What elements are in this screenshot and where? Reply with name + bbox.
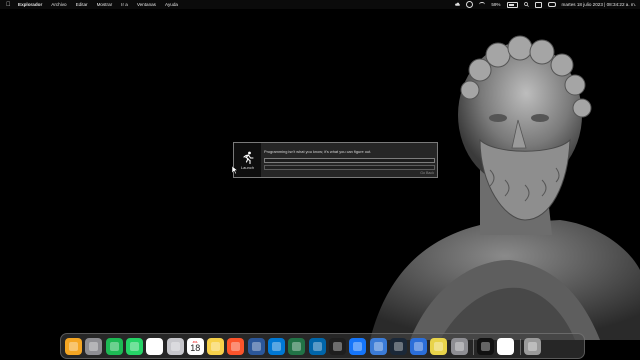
disk-utility-icon[interactable] bbox=[450, 338, 468, 355]
trash-icon[interactable] bbox=[523, 338, 541, 355]
intellij-icon[interactable] bbox=[328, 338, 346, 355]
settings-icon[interactable] bbox=[166, 338, 184, 355]
trash-icon-glyph bbox=[527, 342, 537, 351]
java-icon-glyph bbox=[501, 342, 511, 351]
downloader-icon[interactable] bbox=[410, 338, 428, 355]
menu-ventanas[interactable]: Ventanas bbox=[137, 2, 156, 7]
menu-editar[interactable]: Editar bbox=[76, 2, 88, 7]
status-circle-icon[interactable] bbox=[466, 1, 474, 8]
spotify-icon[interactable] bbox=[105, 338, 123, 355]
battery-icon[interactable] bbox=[506, 1, 518, 8]
xcode-icon-glyph bbox=[353, 342, 363, 351]
clock[interactable]: martes 18 julio 2023 | 08:34:22 a. m. bbox=[562, 2, 636, 7]
home-app-icon[interactable] bbox=[65, 338, 82, 355]
marcus-aurelius-statue-wallpaper bbox=[370, 35, 640, 340]
launchpad-icon-glyph bbox=[89, 342, 99, 351]
launch-sidebar: Launch bbox=[234, 143, 261, 177]
vscode-icon[interactable] bbox=[308, 338, 326, 355]
dock-separator bbox=[519, 339, 521, 355]
intellij-icon-glyph bbox=[332, 342, 342, 351]
cloud-icon[interactable] bbox=[455, 2, 461, 7]
menu-mostrar[interactable]: Mostrar bbox=[97, 2, 113, 7]
settings-icon-glyph bbox=[170, 342, 180, 351]
outlook-icon[interactable] bbox=[268, 338, 285, 355]
wifi-icon[interactable] bbox=[479, 2, 486, 7]
calendar-day: 18 bbox=[190, 343, 201, 353]
xcode-icon[interactable] bbox=[349, 338, 367, 355]
mouse-cursor-icon bbox=[232, 166, 238, 174]
steam-icon[interactable] bbox=[389, 338, 407, 355]
launch-app-icon-glyph bbox=[481, 342, 490, 351]
search-icon[interactable] bbox=[523, 2, 529, 7]
outlook-icon-glyph bbox=[272, 342, 281, 351]
runner-icon bbox=[242, 151, 254, 164]
home-app-icon-glyph bbox=[69, 342, 78, 351]
disk-utility-icon-glyph bbox=[454, 342, 464, 351]
battery-percent: 59% bbox=[491, 2, 501, 7]
notion-icon[interactable] bbox=[146, 338, 164, 355]
launchpad-icon[interactable] bbox=[85, 338, 103, 355]
notes-icon-glyph bbox=[211, 342, 221, 351]
word-icon[interactable] bbox=[247, 338, 265, 355]
launch-label: Launch bbox=[240, 164, 255, 170]
vscode-icon-glyph bbox=[312, 342, 322, 351]
steam-icon-glyph bbox=[393, 342, 403, 351]
jvisualvm-icon[interactable] bbox=[430, 338, 448, 355]
launch-app-icon[interactable] bbox=[477, 338, 494, 355]
secondary-field[interactable] bbox=[264, 165, 435, 170]
whatsapp-icon[interactable] bbox=[125, 338, 143, 355]
display-icon[interactable] bbox=[534, 1, 542, 8]
brave-icon[interactable] bbox=[227, 338, 245, 355]
control-center-icon[interactable] bbox=[547, 2, 556, 7]
calendar-icon[interactable]: JUL 18 bbox=[186, 338, 204, 355]
downloader-icon-glyph bbox=[414, 342, 424, 351]
notes-icon[interactable] bbox=[207, 338, 225, 355]
word2-icon-glyph bbox=[373, 342, 383, 351]
notion-icon-glyph bbox=[150, 342, 160, 351]
word-icon-glyph bbox=[251, 342, 261, 351]
go-back-button[interactable]: Go Back bbox=[420, 171, 434, 175]
jvisualvm-icon-glyph bbox=[434, 342, 444, 351]
progress-bar bbox=[264, 158, 435, 163]
menu-ayuda[interactable]: Ayuda bbox=[165, 2, 178, 7]
word2-icon[interactable] bbox=[369, 338, 387, 355]
brave-icon-glyph bbox=[231, 342, 241, 351]
dialog-message: Programming isn't what you know; it's wh… bbox=[264, 149, 372, 154]
spotify-icon-glyph bbox=[109, 342, 119, 351]
dock-separator bbox=[473, 339, 474, 355]
menu-ir-a[interactable]: Ir a bbox=[121, 2, 128, 7]
launch-dialog: Launch Programming isn't what you know; … bbox=[233, 142, 438, 178]
whatsapp-icon-glyph bbox=[129, 342, 139, 351]
menu-archivo[interactable]: Archivo bbox=[51, 2, 66, 7]
dock: JUL 18 bbox=[60, 333, 585, 359]
menu-app-name[interactable]: Explorador bbox=[18, 2, 42, 7]
menu-bar:  Explorador Archivo Editar Mostrar Ir a… bbox=[0, 0, 640, 9]
java-icon[interactable] bbox=[497, 338, 515, 355]
excel-icon-glyph bbox=[292, 342, 302, 351]
excel-icon[interactable] bbox=[288, 338, 306, 355]
apple-icon[interactable]:  bbox=[6, 2, 11, 8]
